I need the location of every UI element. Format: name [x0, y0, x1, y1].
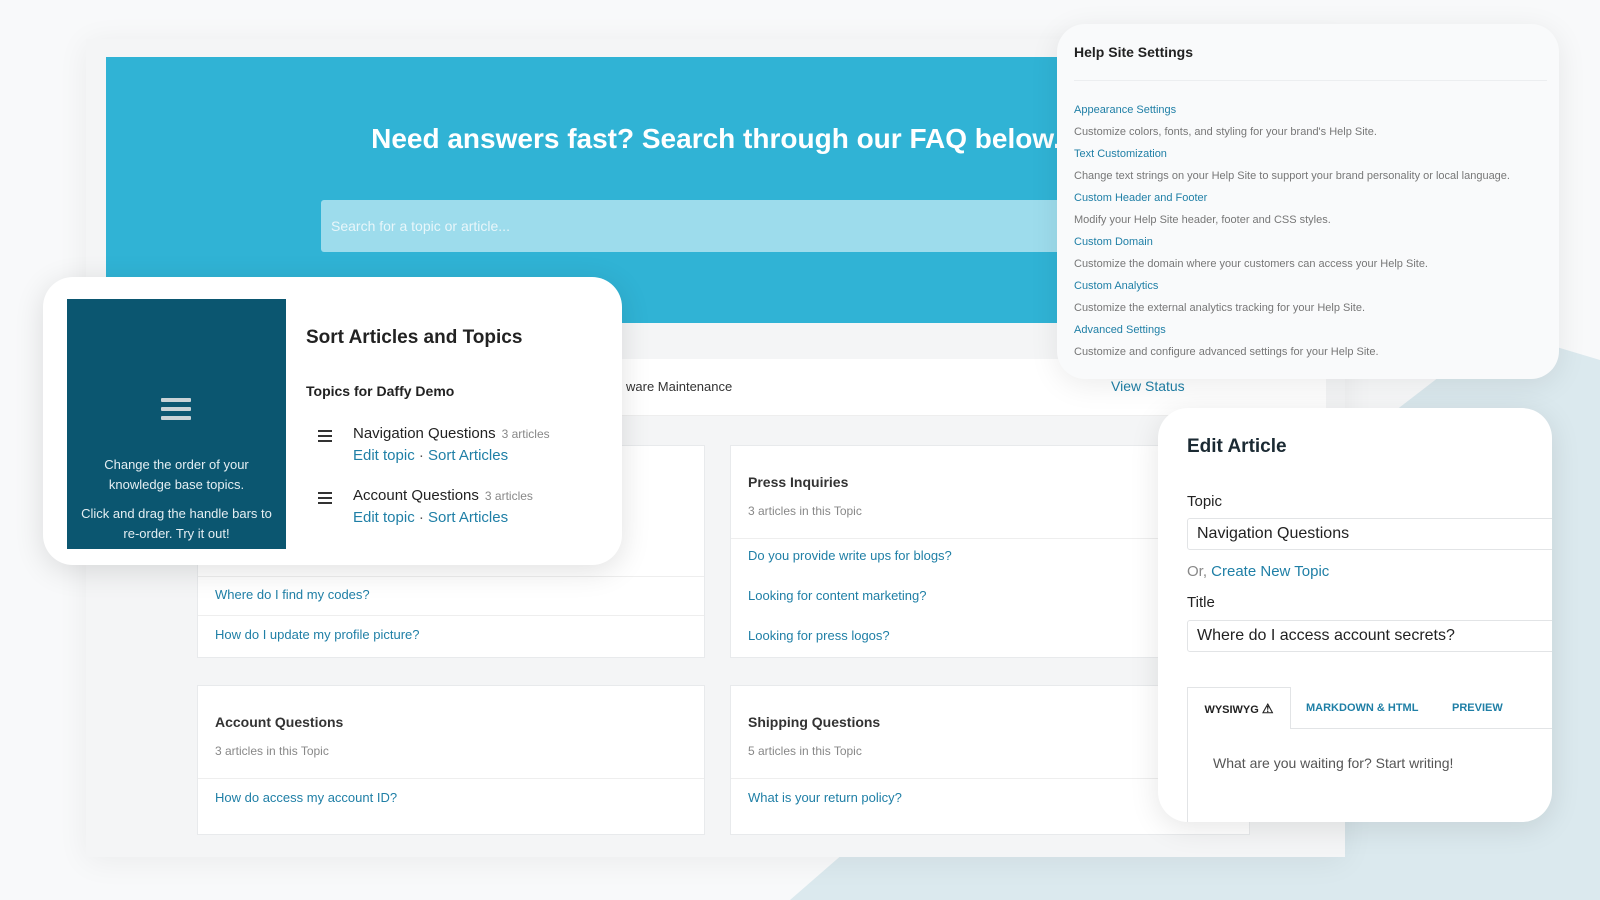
editor-area[interactable]: What are you waiting for? Start writing! — [1213, 755, 1453, 771]
help-site-settings-panel: Help Site Settings Appearance Settings Cu… — [1057, 24, 1559, 379]
settings-link[interactable]: Advanced Settings — [1074, 324, 1379, 346]
create-new-topic-link[interactable]: Create New Topic — [1211, 563, 1329, 580]
settings-link[interactable]: Custom Analytics — [1074, 280, 1365, 302]
article-link[interactable]: What is your return policy? — [748, 790, 902, 805]
settings-title: Help Site Settings — [1074, 44, 1194, 60]
settings-desc: Modify your Help Site header, footer and… — [1074, 214, 1331, 226]
settings-link[interactable]: Text Customization — [1074, 148, 1510, 170]
separator: · — [414, 447, 429, 464]
card-count: 3 articles in this Topic — [215, 744, 329, 758]
edit-topic-link[interactable]: Edit topic — [353, 509, 415, 526]
editor-tabs: WYSIWYG ⚠ MARKDOWN & HTML PREVIEW What a… — [1187, 687, 1552, 822]
sort-articles-panel: Change the order of your knowledge base … — [43, 277, 622, 565]
article-link[interactable]: How do I update my profile picture? — [215, 627, 420, 642]
title-input[interactable]: Where do I access account secrets? — [1187, 620, 1552, 652]
status-text: ware Maintenance — [626, 379, 733, 394]
card-count: 5 articles in this Topic — [748, 744, 862, 758]
tab-markdown-html[interactable]: MARKDOWN & HTML — [1306, 687, 1418, 729]
drag-handle-icon[interactable] — [318, 430, 332, 445]
edit-article-title: Edit Article — [1187, 436, 1287, 457]
sort-tip-panel: Change the order of your knowledge base … — [67, 299, 286, 549]
settings-desc: Customize colors, fonts, and styling for… — [1074, 126, 1377, 138]
handle-bars-icon — [161, 398, 191, 424]
settings-desc: Customize the domain where your customer… — [1074, 258, 1428, 270]
topic-card: Account Questions 3 articles in this Top… — [197, 685, 705, 835]
topic-count: 3 articles — [501, 427, 550, 441]
settings-item: Custom Domain Customize the domain where … — [1074, 236, 1428, 270]
edit-topic-link[interactable]: Edit topic — [353, 447, 415, 464]
settings-item: Advanced Settings Customize and configure… — [1074, 324, 1379, 358]
sort-panel-subtitle: Topics for Daffy Demo — [306, 383, 455, 399]
settings-link[interactable]: Custom Domain — [1074, 236, 1428, 258]
sort-panel-title: Sort Articles and Topics — [306, 327, 523, 348]
topic-count: 3 articles — [484, 489, 533, 503]
topic-name: Navigation Questions — [353, 425, 496, 442]
tab-label: WYSIWYG — [1204, 704, 1259, 716]
card-title: Press Inquiries — [748, 474, 849, 490]
tab-preview[interactable]: PREVIEW — [1452, 687, 1503, 729]
sort-articles-link[interactable]: Sort Articles — [428, 447, 508, 464]
settings-desc: Change text strings on your Help Site to… — [1074, 170, 1510, 182]
settings-link[interactable]: Custom Header and Footer — [1074, 192, 1331, 214]
settings-item: Appearance Settings Customize colors, fon… — [1074, 104, 1377, 138]
settings-item: Custom Analytics Customize the external a… — [1074, 280, 1365, 314]
separator: · — [414, 509, 429, 526]
settings-desc: Customize the external analytics trackin… — [1074, 302, 1366, 314]
sort-articles-link[interactable]: Sort Articles — [428, 509, 508, 526]
article-link[interactable]: Where do I find my codes? — [215, 587, 370, 602]
edit-article-panel: Edit Article Topic Navigation Questions … — [1158, 408, 1552, 822]
drag-handle-icon[interactable] — [318, 492, 332, 507]
warning-icon: ⚠ — [1261, 701, 1274, 716]
sort-tip-2: Click and drag the handle bars to re-ord… — [81, 506, 272, 541]
article-link[interactable]: Looking for content marketing? — [748, 588, 927, 603]
article-link[interactable]: Do you provide write ups for blogs? — [748, 548, 952, 563]
or-text: Or, — [1187, 563, 1212, 580]
card-count: 3 articles in this Topic — [748, 504, 862, 518]
topic-label: Topic — [1187, 493, 1223, 510]
card-title: Account Questions — [215, 714, 344, 730]
card-title: Shipping Questions — [748, 714, 881, 730]
settings-desc: Customize and configure advanced setting… — [1074, 346, 1379, 358]
title-label: Title — [1187, 594, 1215, 611]
tab-wysiwyg[interactable]: WYSIWYG ⚠ — [1188, 687, 1291, 729]
article-link[interactable]: Looking for press logos? — [748, 628, 890, 643]
settings-item: Text Customization Change text strings on… — [1074, 148, 1510, 182]
settings-item: Custom Header and Footer Modify your Help… — [1074, 192, 1331, 226]
topic-select[interactable]: Navigation Questions — [1187, 518, 1552, 550]
settings-link[interactable]: Appearance Settings — [1074, 104, 1377, 126]
topic-name: Account Questions — [353, 487, 479, 504]
view-status-link[interactable]: View Status — [1111, 378, 1185, 394]
article-link[interactable]: How do access my account ID? — [215, 790, 397, 805]
sort-tip-1: Change the order of your knowledge base … — [104, 457, 249, 492]
